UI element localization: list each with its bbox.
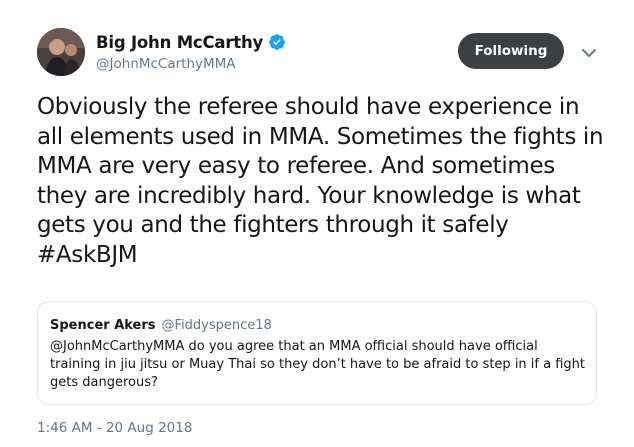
author-handle[interactable]: @JohnMcCarthyMMA: [96, 56, 236, 72]
chevron-down-icon[interactable]: [581, 44, 597, 57]
tweet-timestamp[interactable]: 1:46 AM - 20 Aug 2018: [37, 420, 192, 436]
quoted-tweet-header: Spencer Akers @Fiddyspence18: [50, 318, 272, 333]
profile-photo: [37, 28, 85, 76]
following-button[interactable]: Following: [458, 33, 564, 69]
quoted-author-handle: @Fiddyspence18: [161, 318, 272, 333]
verified-badge-icon: [268, 33, 286, 51]
quoted-tweet-text: @JohnMcCarthyMMA do you agree that an MM…: [50, 339, 585, 390]
hashtag-link[interactable]: #AskBJM: [37, 242, 138, 268]
quoted-tweet[interactable]: Spencer Akers @Fiddyspence18 @JohnMcCart…: [37, 301, 597, 405]
quoted-author-name: Spencer Akers: [50, 318, 156, 333]
author-display-name[interactable]: Big John McCarthy: [96, 33, 263, 52]
tweet-body: Obviously the referee should have experi…: [37, 94, 604, 238]
avatar[interactable]: [37, 28, 85, 76]
tweet-text: Obviously the referee should have experi…: [37, 93, 607, 270]
author-name-row: Big John McCarthy: [96, 31, 286, 53]
tweet-card: Big John McCarthy @JohnMcCarthyMMA Follo…: [0, 0, 634, 447]
